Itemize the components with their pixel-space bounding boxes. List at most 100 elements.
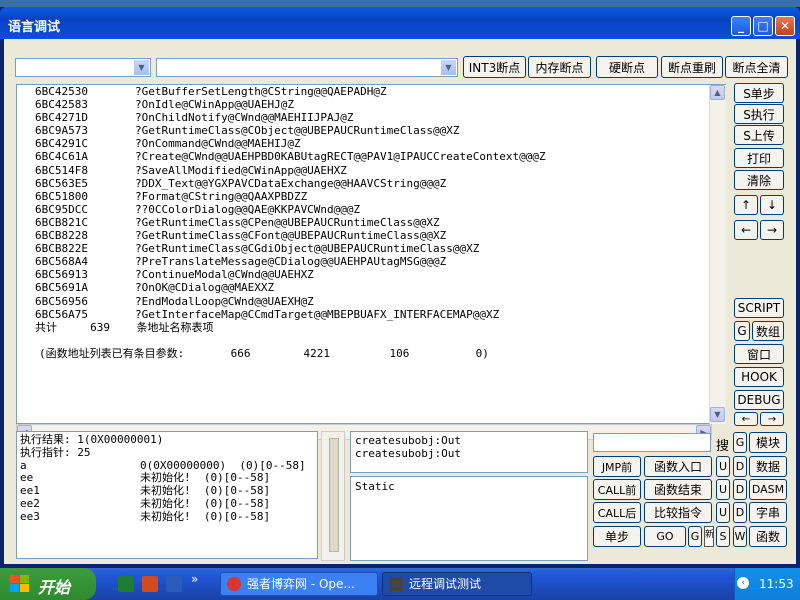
string-button[interactable]: 字串 xyxy=(749,502,787,523)
listing-row[interactable]: 6BC51800 ?Format@CString@@QAAXPBDZZ xyxy=(21,190,711,203)
single-step-button[interactable]: 单步 xyxy=(593,526,641,547)
row-address: 6BC5691A xyxy=(35,281,88,295)
arrow-down-button[interactable]: ↓ xyxy=(760,195,784,215)
u-button-2[interactable]: U xyxy=(716,479,730,500)
listing-row[interactable]: 6BCB821C ?GetRuntimeClass@CPen@@UBEPAUCRu… xyxy=(21,216,711,229)
u-button-3[interactable]: U xyxy=(716,502,730,523)
listing-row[interactable]: 6BC4271D ?OnChildNotify@CWnd@@MAEHIIJPAJ@… xyxy=(21,111,711,124)
symbol-listing[interactable]: 6BC42530 ?GetBufferSetLength@CString@@QAE… xyxy=(16,84,726,424)
chevron-more-icon[interactable]: » xyxy=(191,572,198,586)
func-end-button[interactable]: 函数结束 xyxy=(644,479,712,500)
clear-button[interactable]: 清除 xyxy=(734,170,784,190)
dasm-button[interactable]: DASM xyxy=(749,479,787,500)
chevron-left-icon[interactable]: ‹ xyxy=(737,577,749,589)
summary-line: (函数地址列表已有条目参数: 666 4221 106 0) xyxy=(39,346,489,360)
arrow-left-button[interactable]: ← xyxy=(734,220,758,240)
arrow-up-button[interactable]: ↑ xyxy=(734,195,758,215)
g-go-button[interactable]: G xyxy=(688,526,702,547)
s-button[interactable]: S xyxy=(716,526,730,547)
data-button[interactable]: 数据 xyxy=(749,456,787,477)
listing-row[interactable]: 6BC568A4 ?PreTranslateMessage@CDialog@@UA… xyxy=(21,255,711,268)
start-button[interactable]: 开始 xyxy=(0,568,96,600)
listing-row[interactable]: 6BC56956 ?EndModalLoop@CWnd@@UAEXH@Z xyxy=(21,295,711,308)
jmp-prev-button[interactable]: JMP前 xyxy=(593,456,641,477)
s-step-button[interactable]: S单步 xyxy=(734,83,784,103)
listing-row[interactable]: 6BC95DCC ??0CColorDialog@@QAE@KKPAVCWnd@@… xyxy=(21,203,711,216)
s-exec-button[interactable]: S执行 xyxy=(734,104,784,124)
data-group-button[interactable]: 数组 xyxy=(752,321,784,341)
arrow-right-small-button[interactable]: → xyxy=(760,412,784,426)
func-entry-button[interactable]: 函数入口 xyxy=(644,456,712,477)
listing-row[interactable]: 6BCB822E ?GetRuntimeClass@CGdiObject@@UBE… xyxy=(21,242,711,255)
g-button[interactable]: G xyxy=(734,321,750,341)
row-address: 6BC4C61A xyxy=(35,150,88,164)
listing-row[interactable]: 6BC56913 ?ContinueModal@CWnd@@UAEHXZ xyxy=(21,268,711,281)
variable-row[interactable]: ee3 未初始化! (0)[0--58] xyxy=(20,509,314,524)
listing-row[interactable]: 6BC563E5 ?DDX_Text@@YGXPAVCDataExchange@@… xyxy=(21,177,711,190)
function-combo[interactable]: ▼ xyxy=(156,58,458,77)
d-button-2[interactable]: D xyxy=(733,479,747,500)
powerpoint-icon[interactable] xyxy=(142,576,158,592)
minimize-button[interactable]: _ xyxy=(731,16,751,36)
static-panel: Static xyxy=(350,476,588,561)
maximize-button[interactable]: □ xyxy=(753,16,773,36)
listing-row[interactable]: 6BC514F8 ?SaveAllModified@CWinApp@@UAEHXZ xyxy=(21,164,711,177)
output-line: createsubobj:Out xyxy=(355,434,461,447)
module-button[interactable]: 模块 xyxy=(749,432,787,453)
compare-instr-button[interactable]: 比较指令 xyxy=(644,502,712,523)
hardware-breakpoint-button[interactable]: 硬断点 xyxy=(596,56,658,78)
g-module-button[interactable]: G xyxy=(733,432,747,453)
result-panel[interactable]: 执行结果: 1(0X00000001) 执行指针: 25 a 0(0X000000… xyxy=(16,431,318,559)
listing-vscroll[interactable]: ▲ ▼ xyxy=(709,85,726,424)
w-button[interactable]: W xyxy=(733,526,747,547)
marker-icon[interactable]: 新 xyxy=(704,526,714,547)
task-remote-debug[interactable]: 远程调试测试 xyxy=(382,572,532,596)
int3-breakpoint-button[interactable]: INT3断点 xyxy=(463,56,526,78)
func-button[interactable]: 函数 xyxy=(749,526,787,547)
close-button[interactable]: ✕ xyxy=(775,16,795,36)
memory-breakpoint-button[interactable]: 内存断点 xyxy=(528,56,591,78)
clock[interactable]: 11:53 xyxy=(759,577,794,591)
scroll-thumb[interactable] xyxy=(329,438,339,552)
call-prev-button[interactable]: CALL前 xyxy=(593,479,641,500)
listing-row[interactable]: 6BC4291C ?OnCommand@CWnd@@MAEHIJ@Z xyxy=(21,137,711,150)
print-button[interactable]: 打印 xyxy=(734,148,784,168)
listing-row[interactable]: 6BC4C61A ?Create@CWnd@@UAEHPBD0KABUtagREC… xyxy=(21,150,711,163)
go-button[interactable]: GO xyxy=(644,526,686,547)
hook-button[interactable]: HOOK xyxy=(734,367,784,387)
excel-icon[interactable] xyxy=(118,576,134,592)
search-button[interactable]: 搜 xyxy=(716,435,729,454)
search-input[interactable] xyxy=(593,433,711,452)
s-upload-button[interactable]: S上传 xyxy=(734,125,784,145)
variable-name: ee3 xyxy=(20,509,40,523)
scroll-up-icon[interactable]: ▲ xyxy=(710,85,725,100)
chevron-down-icon[interactable]: ▼ xyxy=(134,60,149,75)
call-next-button[interactable]: CALL后 xyxy=(593,502,641,523)
listing-row[interactable]: 6BC42530 ?GetBufferSetLength@CString@@QAE… xyxy=(21,85,711,98)
listing-row[interactable]: 6BCB8228 ?GetRuntimeClass@CFont@@UBEPAUCR… xyxy=(21,229,711,242)
listing-row[interactable]: 6BC9A573 ?GetRuntimeClass@CObject@@UBEPAU… xyxy=(21,124,711,137)
result-vscroll[interactable] xyxy=(321,431,345,561)
chevron-down-icon[interactable]: ▼ xyxy=(441,60,456,75)
window-button[interactable]: 窗口 xyxy=(734,344,784,364)
output-panel[interactable]: createsubobj:Out createsubobj:Out xyxy=(350,431,588,473)
listing-row[interactable]: 6BC5691A ?OnOK@CDialog@@MAEXXZ xyxy=(21,281,711,294)
breakpoint-clear-all-button[interactable]: 断点全清 xyxy=(725,56,788,78)
title-bar[interactable]: 语言调试 _ □ ✕ xyxy=(0,7,800,39)
arrow-left-small-button[interactable]: ← xyxy=(734,412,758,426)
breakpoint-refresh-button[interactable]: 断点重刷 xyxy=(661,56,723,78)
scroll-down-icon[interactable]: ▼ xyxy=(710,407,725,422)
debug-button[interactable]: DEBUG xyxy=(734,390,784,410)
listing-row[interactable]: 6BC56A75 ?GetInterfaceMap@CCmdTarget@@MBE… xyxy=(21,308,711,321)
script-button[interactable]: SCRIPT xyxy=(734,298,784,318)
u-button-1[interactable]: U xyxy=(716,456,730,477)
d-button-1[interactable]: D xyxy=(733,456,747,477)
listing-row[interactable]: 6BC42583 ?OnIdle@CWinApp@@UAEHJ@Z xyxy=(21,98,711,111)
arrow-right-button[interactable]: → xyxy=(760,220,784,240)
task-browser[interactable]: 强者博弈网 - Ope... xyxy=(220,572,378,596)
result-line: 执行结果: 1(0X00000001) xyxy=(20,433,164,446)
row-address: 6BC42530 xyxy=(35,85,88,98)
word-icon[interactable] xyxy=(166,576,182,592)
module-combo[interactable]: ▼ xyxy=(15,58,151,77)
d-button-3[interactable]: D xyxy=(733,502,747,523)
